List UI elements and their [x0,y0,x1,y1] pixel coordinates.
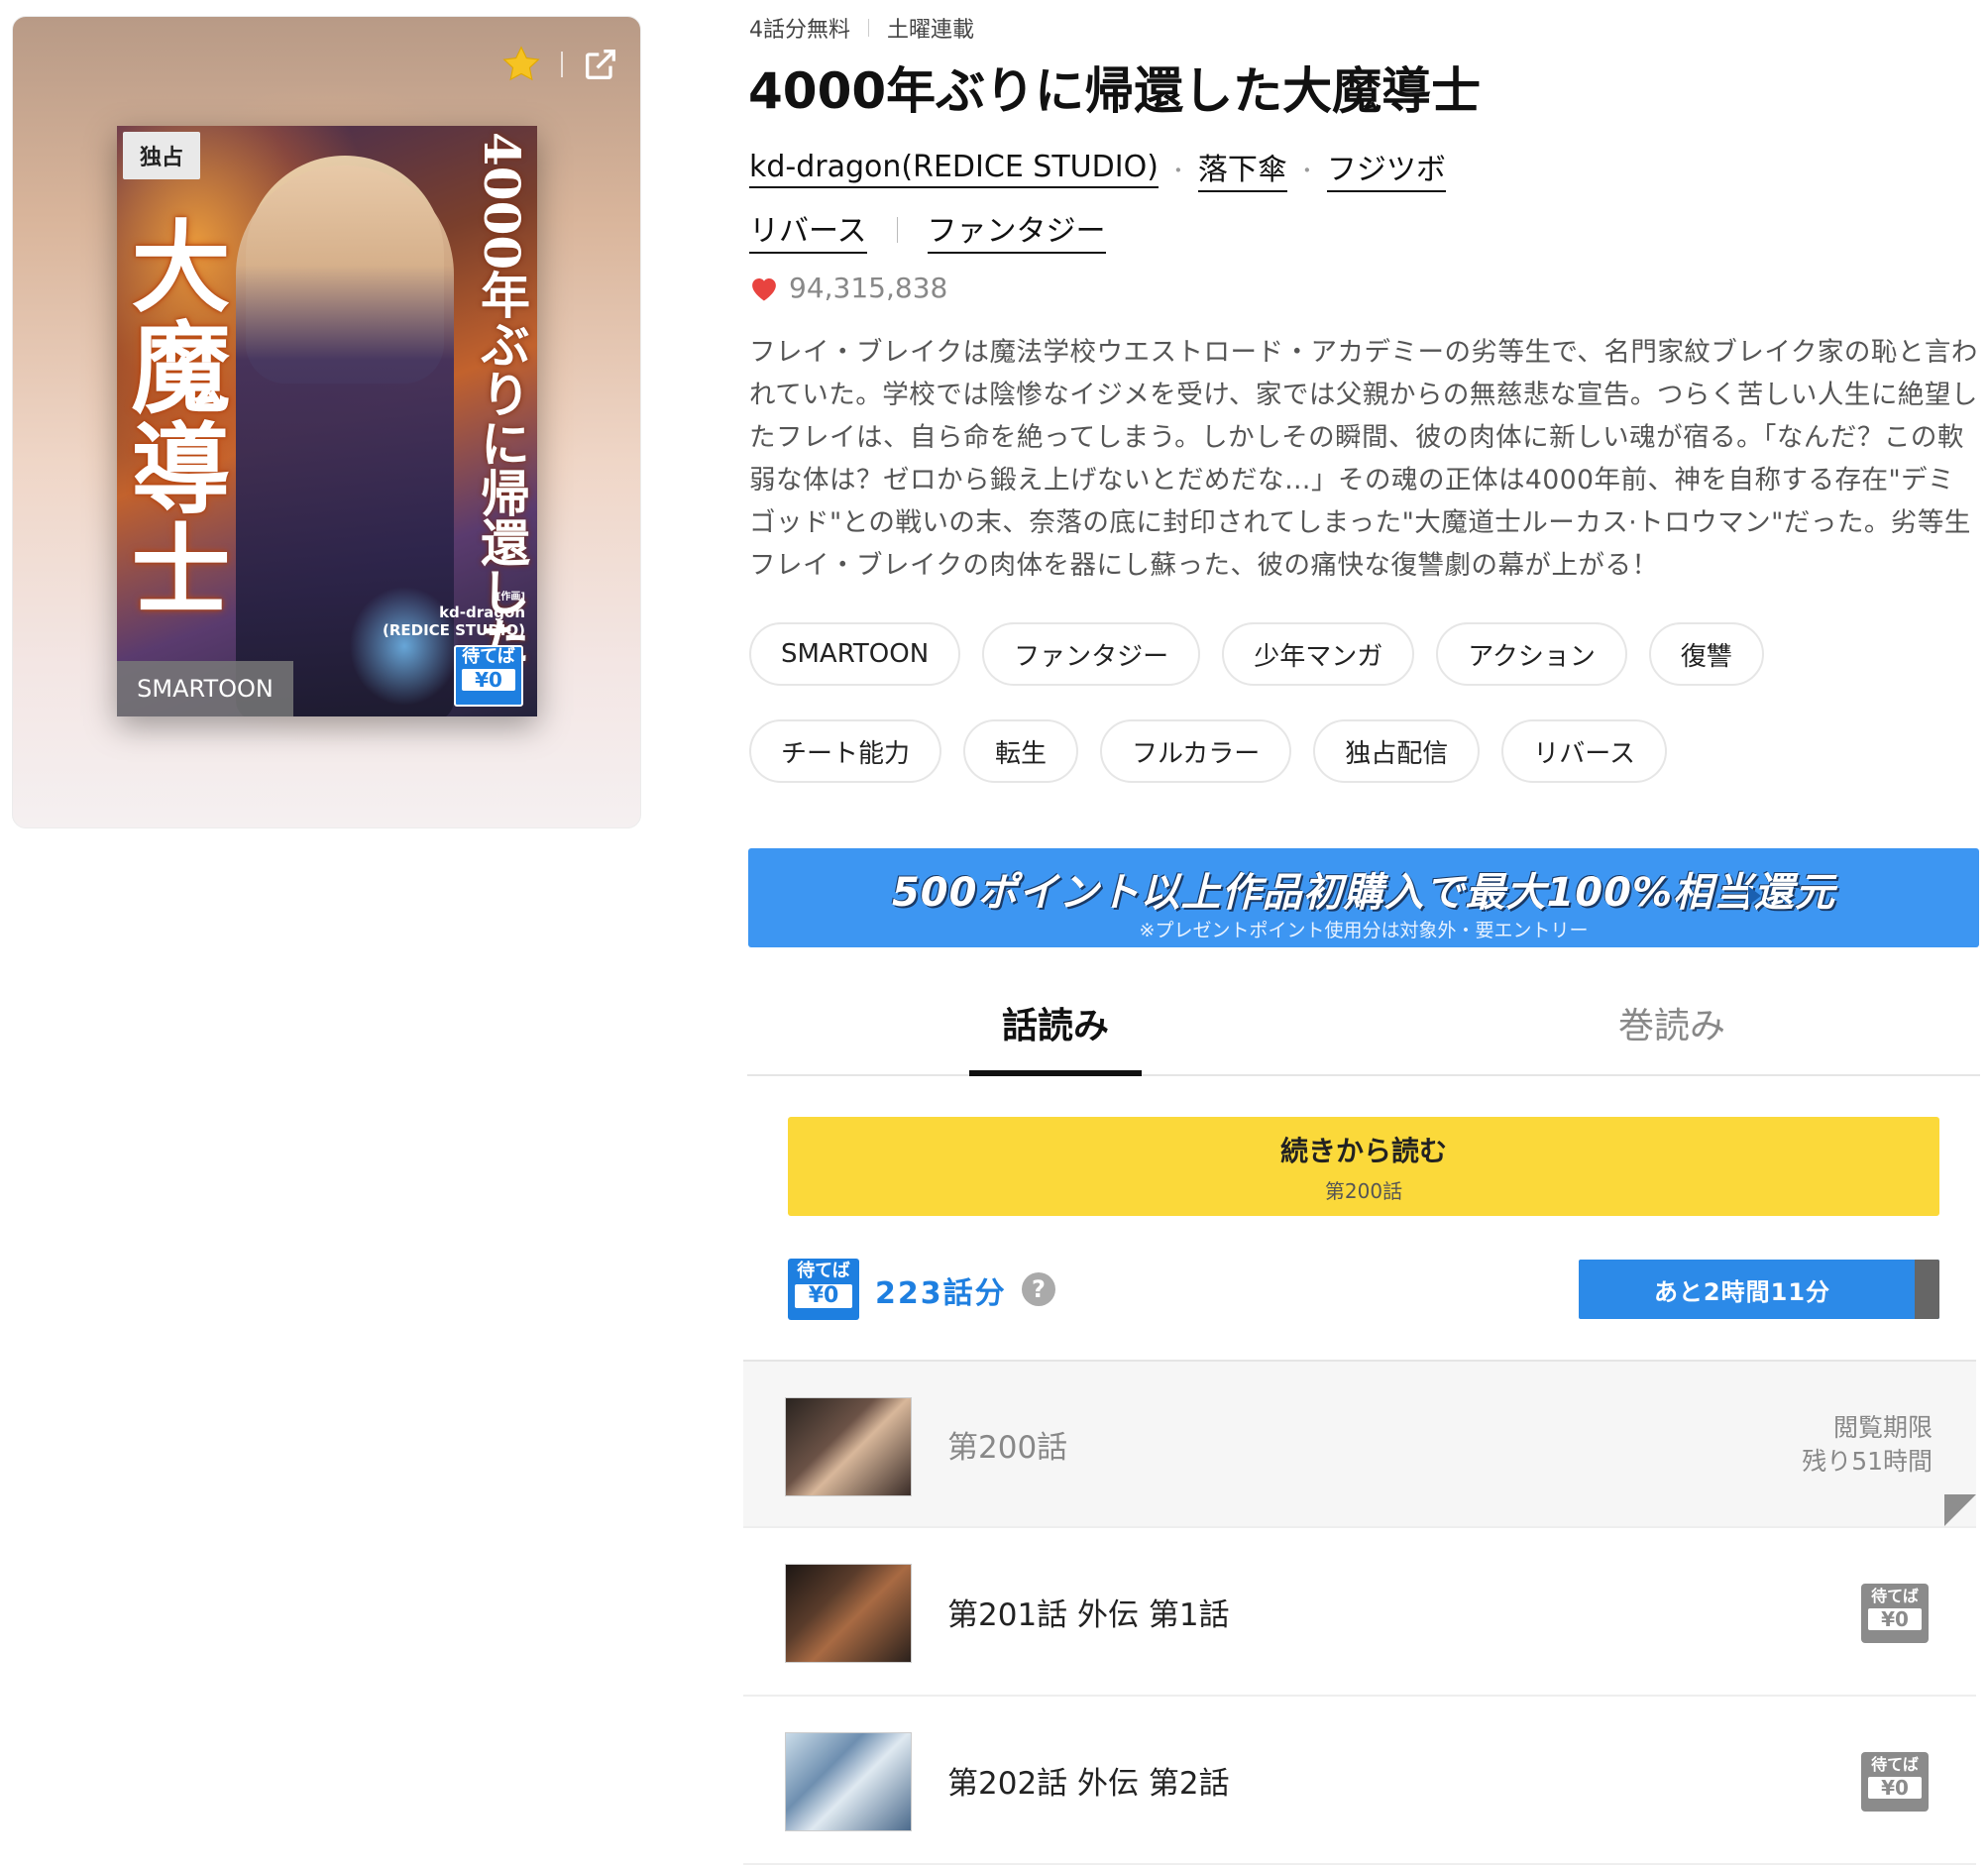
page-fold-icon [1944,1494,1976,1526]
cover-actions [499,43,620,86]
genre-link[interactable]: ファンタジー [927,206,1106,254]
tag-chip[interactable]: 独占配信 [1313,719,1481,783]
wait-free-badge: 待てば ¥0 [1861,1584,1929,1643]
chevron-right-icon [1748,886,1761,906]
read-mode-tabs: 話読み 巻読み [747,971,1980,1076]
meta-row: 4話分無料 土曜連載 [749,12,974,44]
continue-reading-episode: 第200話 [1324,1178,1403,1203]
wait-free-row: 待てば ¥0 223話分 ? あと2時間11分 [788,1257,1939,1322]
format-badge: SMARTOON [117,661,293,716]
cover-author-name: kd-dragon [439,604,525,621]
cover-title-small: 4000年ぶりに帰還した [473,132,531,667]
tag-chip[interactable]: アクション [1436,622,1627,686]
like-count: 94,315,838 [749,272,947,304]
tag-list: SMARTOON ファンタジー 少年マンガ アクション 復讐 [749,622,1978,686]
external-link-icon[interactable] [581,45,620,84]
wait-timer-label: あと2時間11分 [1653,1277,1831,1306]
heart-icon[interactable] [749,275,779,302]
cover-wait-label: 待てば [462,646,515,667]
author-separator: ・ [1296,158,1317,182]
schedule-label: 土曜連載 [887,18,975,43]
cover-wait-price: ¥0 [462,668,515,691]
free-episodes-label: 4話分無料 [749,18,850,43]
wait-timer-fill [1914,1260,1939,1319]
genre-divider [896,217,898,243]
wait-free-badge: 待てば ¥0 [1861,1752,1929,1812]
wait-free-price: ¥0 [1868,1776,1922,1799]
author-link[interactable]: 落下傘 [1197,145,1287,192]
wait-free-price: ¥0 [1868,1607,1922,1630]
wait-free-price: ¥0 [795,1283,852,1308]
cover-card: 独占 大魔導士 4000年ぶりに帰還した [作画] kd-dragon (RED… [12,16,641,828]
tag-chip[interactable]: 少年マンガ [1222,622,1415,686]
continue-reading-button[interactable]: 続きから読む 第200話 [788,1117,1939,1216]
tab-volumes[interactable]: 巻読み [1364,971,1980,1074]
cover-wait-free-badge: 待てば ¥0 [454,645,523,707]
promo-headline: 500ポイント以上作品初購入で最大100%相当還元 [891,870,1836,916]
wait-free-label: 待てば [797,1261,850,1281]
tag-chip[interactable]: SMARTOON [749,622,961,686]
tag-chip[interactable]: リバース [1501,719,1667,783]
promo-note: ※プレゼントポイント使用分は対象外・要エントリー [1139,920,1589,941]
episode-row[interactable]: 第202話 外伝 第2話 待てば ¥0 [743,1697,1976,1865]
wait-free-label: 待てば [1871,1755,1919,1774]
author-separator: ・ [1167,158,1188,182]
meta-divider [868,19,869,37]
promo-banner[interactable]: 500ポイント以上作品初購入で最大100%相当還元 ※プレゼントポイント使用分は… [748,848,1979,947]
cover-author-role: [作画] [496,592,525,603]
tag-chip[interactable]: チート能力 [749,719,942,783]
expiry-label: 閲覧期限 [1832,1413,1933,1442]
exclusive-badge: 独占 [123,132,200,179]
cover-author: [作画] kd-dragon (REDICE STUDIO) [383,592,525,639]
episode-thumbnail [785,1564,912,1663]
episode-thumbnail [785,1397,912,1496]
genre-link[interactable]: リバース [749,206,867,254]
tag-list: チート能力 転生 フルカラー 独占配信 リバース [749,719,1978,783]
genre-list: リバース ファンタジー [749,206,1106,254]
author-link[interactable]: フジツボ [1326,145,1446,192]
wait-free-label: 待てば [1871,1587,1919,1605]
episode-title: 第200話 [947,1429,1068,1466]
icon-divider [561,52,563,77]
like-count-value: 94,315,838 [789,272,948,304]
episode-expiry: 閲覧期限 残り51時間 [1802,1411,1933,1479]
cover-title-large: 大魔導士 [117,215,231,619]
episode-list: 第200話 閲覧期限 残り51時間 第201話 外伝 第1話 待てば ¥0 第2… [743,1360,1976,1865]
star-icon[interactable] [499,43,543,86]
episode-title: 第202話 外伝 第2話 [947,1765,1230,1802]
cover-author-studio: (REDICE STUDIO) [382,621,525,639]
tag-chip[interactable]: フルカラー [1100,719,1292,783]
author-list: kd-dragon(REDICE STUDIO) ・ 落下傘 ・ フジツボ [749,145,1446,192]
episode-row[interactable]: 第200話 閲覧期限 残り51時間 [743,1360,1976,1528]
synopsis: フレイ・ブレイクは魔法学校ウエストロード・アカデミーの劣等生で、名門家紋ブレイク… [749,337,1978,581]
continue-reading-label: 続きから読む [1279,1134,1447,1167]
tag-chip[interactable]: ファンタジー [982,622,1201,686]
author-link[interactable]: kd-dragon(REDICE STUDIO) [749,150,1159,188]
wait-free-badge: 待てば ¥0 [788,1259,859,1320]
expiry-remaining: 残り51時間 [1802,1447,1933,1476]
page-title: 4000年ぶりに帰還した大魔導士 [748,62,1482,120]
wait-timer-bar: あと2時間11分 [1579,1260,1939,1319]
tag-chip[interactable]: 転生 [963,719,1079,783]
wait-free-count: 223話分 [875,1276,1007,1311]
cover-image[interactable]: 独占 大魔導士 4000年ぶりに帰還した [作画] kd-dragon (RED… [117,126,537,716]
tag-chip[interactable]: 復讐 [1648,622,1764,686]
question-circle-icon[interactable]: ? [1022,1272,1055,1306]
episode-row[interactable]: 第201話 外伝 第1話 待てば ¥0 [743,1528,1976,1697]
tab-episodes[interactable]: 話読み [747,971,1364,1076]
episode-title: 第201話 外伝 第1話 [947,1596,1230,1633]
episode-thumbnail [785,1732,912,1831]
